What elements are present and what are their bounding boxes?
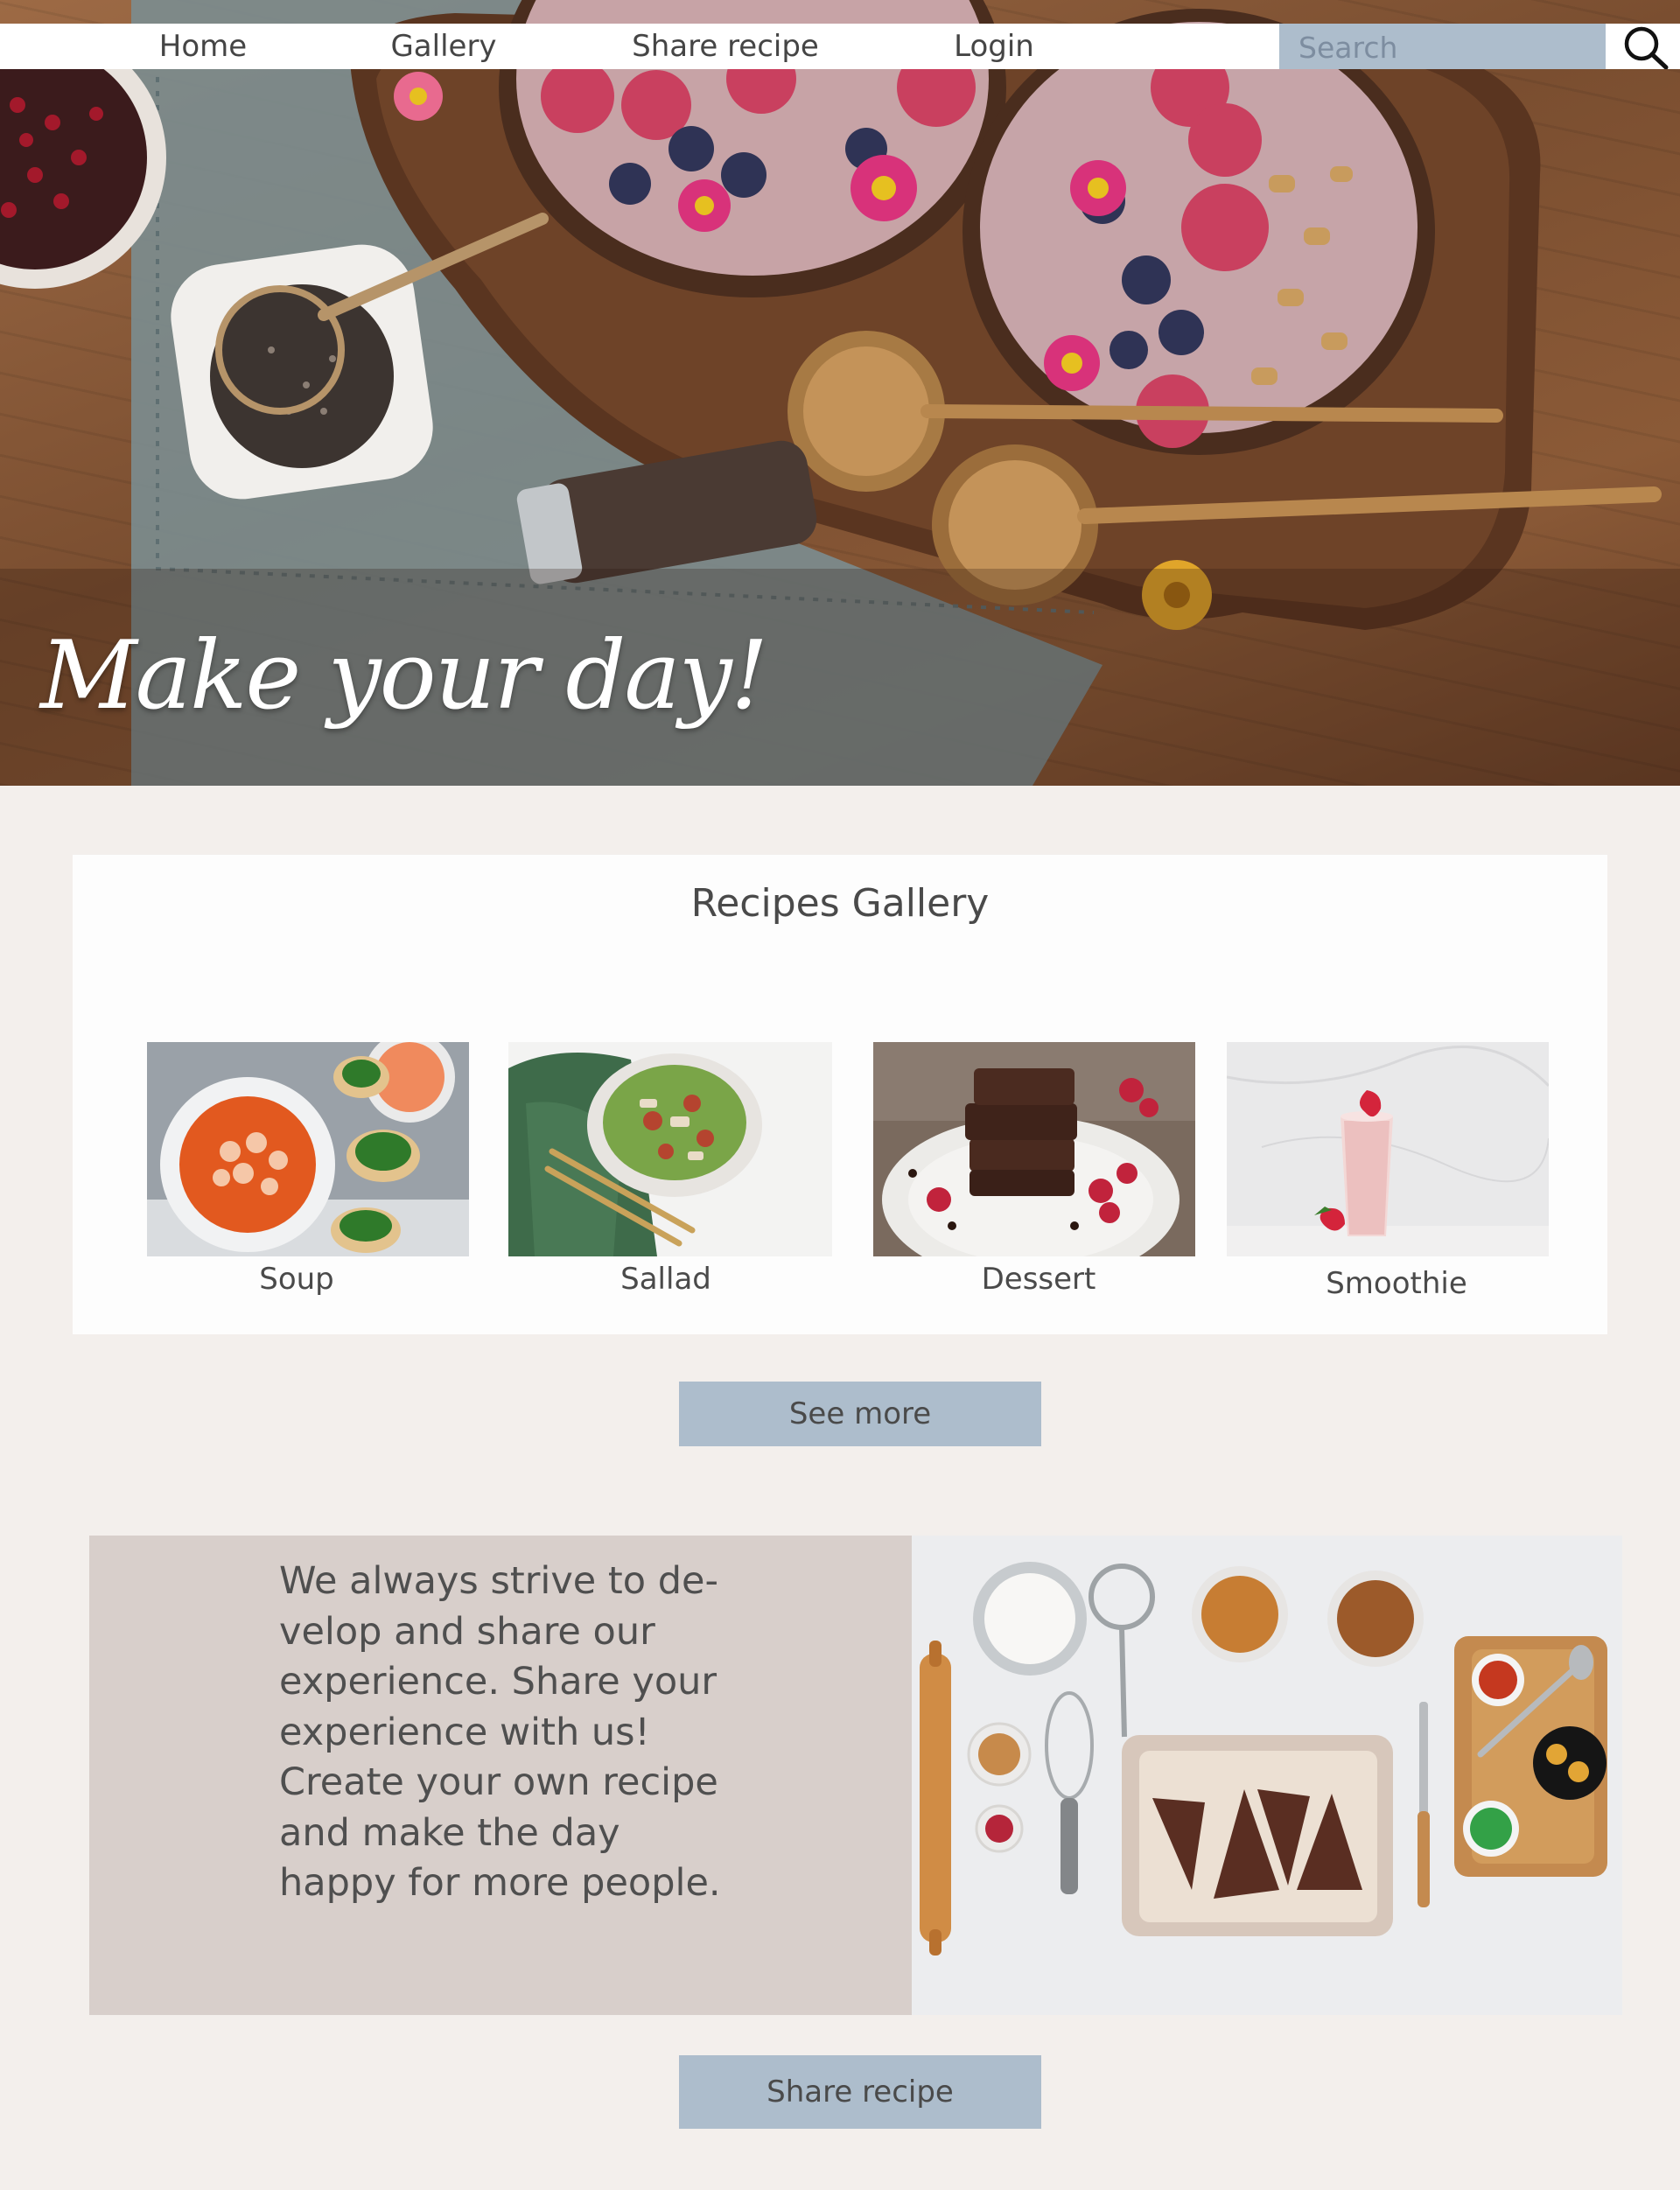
baking-tools-photo [912, 1536, 1622, 2015]
gallery-tile-dessert[interactable] [873, 1042, 1195, 1256]
search-icon [1624, 26, 1669, 70]
dessert-photo [873, 1042, 1195, 1256]
nav-gallery-link[interactable]: Gallery [390, 24, 496, 69]
share-recipe-button[interactable]: Share recipe [679, 2055, 1041, 2129]
gallery-tile-soup[interactable] [147, 1042, 469, 1256]
gallery-label-salad: Sallad [620, 1262, 711, 1297]
nav-share-recipe-link[interactable]: Share recipe [632, 24, 819, 69]
recipes-gallery-card: Recipes Gallery Soup Sallad Dessert Smoo… [73, 855, 1607, 1334]
smoothie-photo [1227, 1042, 1549, 1256]
gallery-tile-salad[interactable] [508, 1042, 832, 1256]
salad-photo [508, 1042, 832, 1256]
nav-login-link[interactable]: Login [954, 24, 1034, 69]
gallery-label-soup: Soup [259, 1262, 334, 1297]
top-navbar: Home Gallery Share recipe Login [0, 24, 1680, 71]
search-button[interactable] [1608, 24, 1680, 70]
hero-tagline: Make your day! [40, 621, 768, 731]
about-panel: We always strive to de-velop and share o… [89, 1536, 912, 2015]
search-input[interactable] [1297, 24, 1592, 71]
gallery-label-smoothie: Smoothie [1326, 1266, 1467, 1301]
gallery-label-dessert: Dessert [981, 1262, 1096, 1297]
gallery-title: Recipes Gallery [690, 881, 990, 926]
soup-photo [147, 1042, 469, 1256]
search-box [1279, 24, 1606, 71]
about-text: We always strive to de-velop and share o… [279, 1559, 721, 1905]
baking-photo [912, 1536, 1622, 2015]
nav-home-link[interactable]: Home [159, 24, 247, 69]
gallery-tile-smoothie[interactable] [1227, 1042, 1549, 1256]
see-more-button[interactable]: See more [679, 1382, 1041, 1446]
